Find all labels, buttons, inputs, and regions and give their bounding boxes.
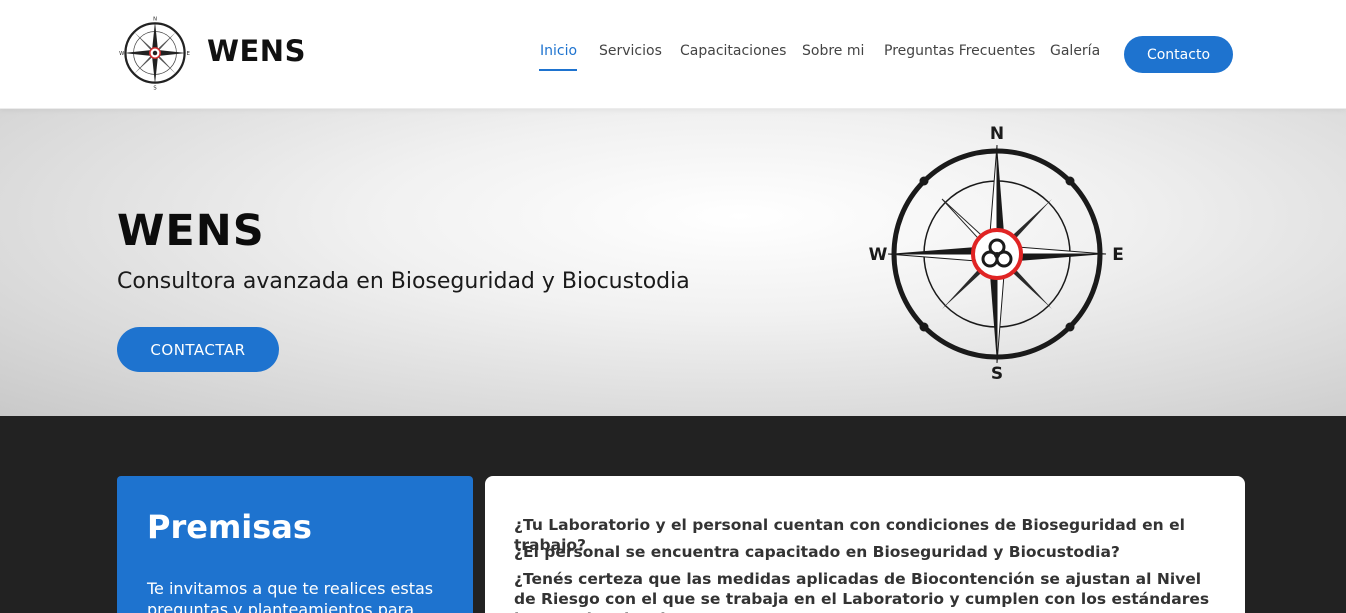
hero-section: WENS Consultora avanzada en Bioseguridad… — [0, 109, 1346, 416]
nav-active-underline — [539, 69, 577, 71]
premisas-card: Premisas Te invitamos a que te realices … — [117, 476, 473, 613]
nav-preguntas-frecuentes[interactable]: Preguntas Frecuentes — [884, 43, 1035, 67]
brand-name[interactable]: WENS — [207, 34, 306, 68]
questions-card: ¿Tu Laboratorio y el personal cuentan co… — [485, 476, 1245, 613]
question-item: ¿El personal se encuentra capacitado en … — [514, 543, 1120, 561]
hero-title: WENS — [117, 206, 265, 256]
svg-text:N: N — [153, 16, 157, 22]
nav-inicio[interactable]: Inicio — [540, 43, 577, 67]
site-header: N S E W WENS Inicio Servicios Capacitaci… — [0, 0, 1346, 109]
question-item: ¿Tenés certeza que las medidas aplicadas… — [514, 570, 1210, 613]
premisas-text: Te invitamos a que te realices estas pre… — [147, 579, 434, 613]
compass-e-label: E — [1112, 245, 1124, 265]
compass-s-label: S — [991, 364, 1003, 384]
nav-servicios[interactable]: Servicios — [599, 43, 662, 67]
compass-logo-icon[interactable]: N S E W — [118, 16, 192, 90]
hero-subtitle: Consultora avanzada en Bioseguridad y Bi… — [117, 269, 690, 294]
nav-capacitaciones[interactable]: Capacitaciones — [680, 43, 786, 67]
compass-n-label: N — [990, 124, 1004, 144]
svg-text:E: E — [187, 51, 190, 57]
svg-text:S: S — [153, 85, 156, 90]
svg-text:W: W — [119, 51, 124, 57]
contacto-button[interactable]: Contacto — [1124, 36, 1233, 73]
compass-w-label: W — [869, 245, 888, 265]
compass-biohazard-icon: N S E W — [869, 124, 1124, 384]
premisas-section: Premisas Te invitamos a que te realices … — [0, 416, 1346, 613]
contactar-button[interactable]: CONTACTAR — [117, 327, 279, 372]
nav-sobre-mi[interactable]: Sobre mi — [802, 43, 864, 67]
nav-galeria[interactable]: Galería — [1050, 43, 1100, 67]
premisas-title: Premisas — [147, 508, 312, 546]
